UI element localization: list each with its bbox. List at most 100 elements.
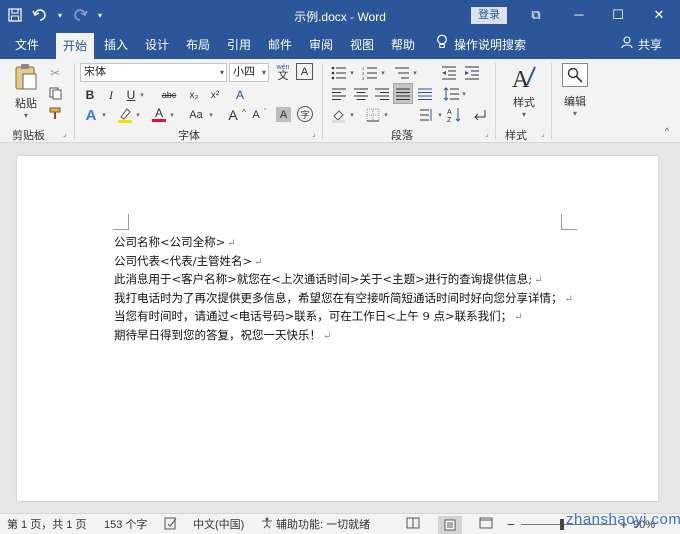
share-button[interactable]: 共享 [621,31,662,59]
align-right-icon[interactable] [373,84,391,104]
collapse-ribbon-icon[interactable]: ^ [660,121,674,141]
styles-button[interactable]: A 样式 ▾ [505,63,543,119]
character-border-button[interactable]: A [296,63,313,80]
highlight-dropdown-icon[interactable]: ▾ [134,105,142,125]
font-color-dropdown-icon[interactable]: ▾ [168,105,176,125]
align-left-icon[interactable] [330,84,348,104]
superscript-button[interactable]: x² [207,85,223,105]
tab-review[interactable]: 审阅 [304,31,338,59]
document-paragraph[interactable]: 公司代表<代表/主管姓名> ↵ [114,253,594,272]
cut-icon[interactable]: ✂ [46,63,64,83]
tab-mailings[interactable]: 邮件 [263,31,297,59]
show-marks-icon[interactable] [471,105,489,125]
phonetic-guide-button[interactable]: wén 文 [273,60,293,84]
bullets-icon[interactable] [330,63,348,83]
close-button[interactable]: ✕ [646,4,672,26]
page-count[interactable]: 第 1 页，共 1 页 [7,517,86,533]
change-case-dropdown-icon[interactable]: ▾ [207,105,215,125]
bullets-dropdown-icon[interactable]: ▾ [348,63,356,83]
tab-help[interactable]: 帮助 [386,31,420,59]
decrease-indent-icon[interactable] [440,63,458,83]
tab-layout[interactable]: 布局 [181,31,215,59]
zoom-slider-thumb[interactable] [560,519,564,530]
document-paragraph[interactable]: 此消息用于<客户名称>就您在<上次通话时间>关于<主题>进行的查询提供信息; ↵ [114,271,594,290]
customize-icon[interactable]: ▾ [98,4,102,26]
font-color-button[interactable]: A [150,105,168,125]
document-area[interactable]: 公司名称<公司全称> ↵ 公司代表<代表/主管姓名> ↵ 此消息用于<客户名称>就您… [0,143,680,513]
multilevel-list-icon[interactable] [393,63,411,83]
maximize-button[interactable]: ☐ [605,4,631,26]
document-paragraph[interactable]: 当您有时间时，请通过<电话号码>联系，可在工作日<上午 9 点>联系我们； ↵ [114,308,594,327]
document-body[interactable]: 公司名称<公司全称> ↵ 公司代表<代表/主管姓名> ↵ 此消息用于<客户名称>就您… [114,234,594,345]
styles-launcher-icon[interactable]: ⌟ [541,129,545,138]
print-layout-icon[interactable] [438,516,462,534]
copy-icon[interactable] [46,83,64,103]
shrink-font-button[interactable]: A [250,105,262,125]
editing-dropdown-icon[interactable]: ▾ [573,109,577,118]
subscript-button[interactable]: x₂ [186,85,202,105]
grow-font-button[interactable]: A [226,105,240,125]
distributed-icon[interactable] [416,84,434,104]
format-painter-icon[interactable] [46,103,64,123]
minimize-button[interactable]: ─ [566,4,592,26]
tab-references[interactable]: 引用 [222,31,256,59]
zoom-out-button[interactable]: − [507,517,515,533]
undo-icon[interactable] [32,4,48,26]
word-count[interactable]: 153 个字 [104,517,147,533]
save-icon[interactable] [8,4,22,26]
character-shading-button[interactable]: A [276,107,291,122]
web-layout-icon[interactable] [479,517,493,533]
proofing-icon[interactable] [164,517,178,533]
borders-icon[interactable] [364,105,382,125]
justify-icon[interactable] [393,83,413,104]
highlight-icon[interactable] [116,105,134,125]
shading-icon[interactable] [330,105,348,125]
document-paragraph[interactable]: 期待早日得到您的答复，祝您一天快乐！ ↵ [114,327,594,346]
bold-button[interactable]: B [82,85,98,105]
sort-icon[interactable]: AZ [446,105,462,125]
undo-dropdown-icon[interactable]: ▾ [58,4,62,26]
redo-icon[interactable] [72,4,88,26]
change-case-button[interactable]: Aa [186,105,206,125]
font-size-combo[interactable]: 小四 ▾ [229,63,269,82]
multilevel-dropdown-icon[interactable]: ▾ [411,63,419,83]
paragraph-launcher-icon[interactable]: ⌟ [485,129,489,138]
enclose-characters-button[interactable]: 字 [297,106,313,122]
text-effects-button[interactable]: A [82,105,100,125]
editing-button[interactable]: 编辑 ▾ [557,63,593,118]
borders-dropdown-icon[interactable]: ▾ [382,105,390,125]
italic-button[interactable]: I [104,85,118,105]
line-spacing-dropdown-icon[interactable]: ▾ [460,84,468,104]
align-center-icon[interactable] [352,84,370,104]
underline-dropdown-icon[interactable]: ▾ [138,85,146,105]
numbering-icon[interactable]: 123 [361,63,379,83]
paste-dropdown-icon[interactable]: ▾ [24,111,28,120]
font-launcher-icon[interactable]: ⌟ [312,129,316,138]
strikethrough-button[interactable]: abc [160,85,178,105]
document-page[interactable]: 公司名称<公司全称> ↵ 公司代表<代表/主管姓名> ↵ 此消息用于<客户名称>就您… [17,156,658,501]
chinese-layout-icon[interactable] [418,105,436,125]
styles-dropdown-icon[interactable]: ▾ [522,110,526,119]
paste-button[interactable]: 粘贴 ▾ [12,63,40,120]
tab-insert[interactable]: 插入 [99,31,133,59]
text-effects-dropdown-icon[interactable]: ▾ [100,105,108,125]
login-button[interactable]: 登录 [471,7,507,24]
tell-me-search[interactable]: 操作说明搜索 [436,31,526,59]
underline-button[interactable]: U [124,85,138,105]
tab-view[interactable]: 视图 [345,31,379,59]
ribbon-display-options-icon[interactable]: ⧉ [523,4,549,26]
read-mode-icon[interactable] [406,517,420,533]
chinese-layout-dropdown-icon[interactable]: ▾ [436,105,444,125]
language-indicator[interactable]: 中文(中国) [193,517,244,533]
line-spacing-icon[interactable] [442,84,460,104]
document-paragraph[interactable]: 我打电话时为了再次提供更多信息，希望您在有空接听简短通话时间时好向您分享详情； ↵ [114,290,594,309]
shading-dropdown-icon[interactable]: ▾ [348,105,356,125]
tab-home[interactable]: 开始 [56,33,94,59]
numbering-dropdown-icon[interactable]: ▾ [379,63,387,83]
accessibility-checker[interactable]: 辅助功能: 一切就绪 [261,517,370,533]
document-paragraph[interactable]: 公司名称<公司全称> ↵ [114,234,594,253]
font-name-combo[interactable]: 宋体 ▾ [80,63,227,82]
clipboard-launcher-icon[interactable]: ⌟ [63,129,67,138]
increase-indent-icon[interactable] [463,63,481,83]
tab-design[interactable]: 设计 [140,31,174,59]
